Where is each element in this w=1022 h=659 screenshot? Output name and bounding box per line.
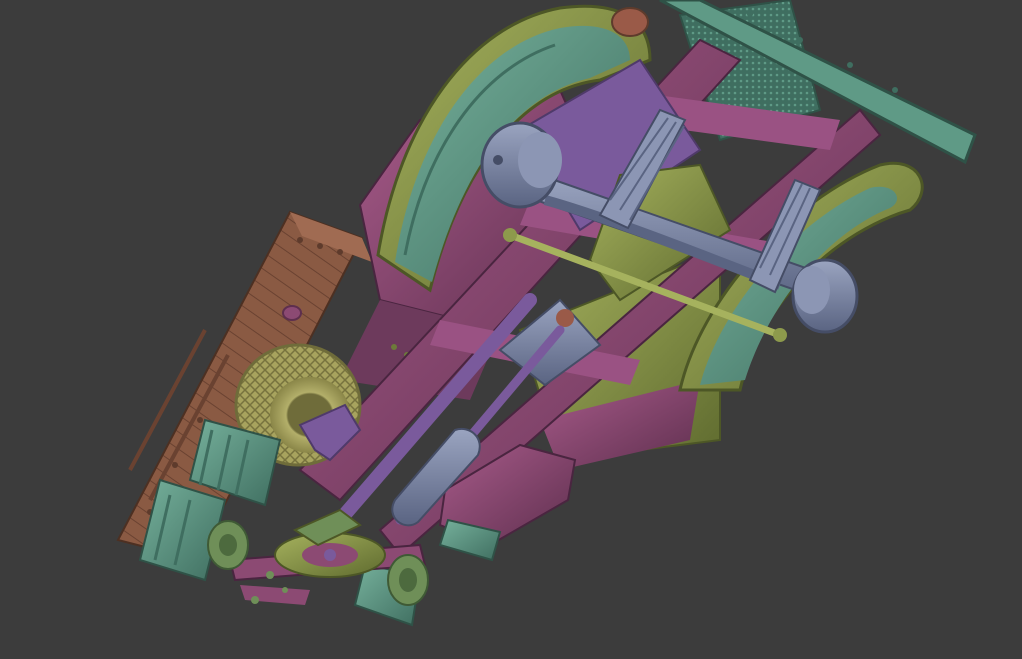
tie-rod-end-left (503, 228, 517, 242)
brake-drum-right (791, 258, 859, 334)
3d-viewport[interactable] (0, 0, 1022, 659)
truck-chassis-render (116, 0, 977, 627)
rear-wheel-hub-left (207, 520, 249, 570)
tie-rod-end-right (773, 328, 787, 342)
rear-crossmember (240, 585, 310, 605)
rear-wheel-hub-right (387, 554, 429, 606)
headlight-knob (611, 7, 649, 37)
